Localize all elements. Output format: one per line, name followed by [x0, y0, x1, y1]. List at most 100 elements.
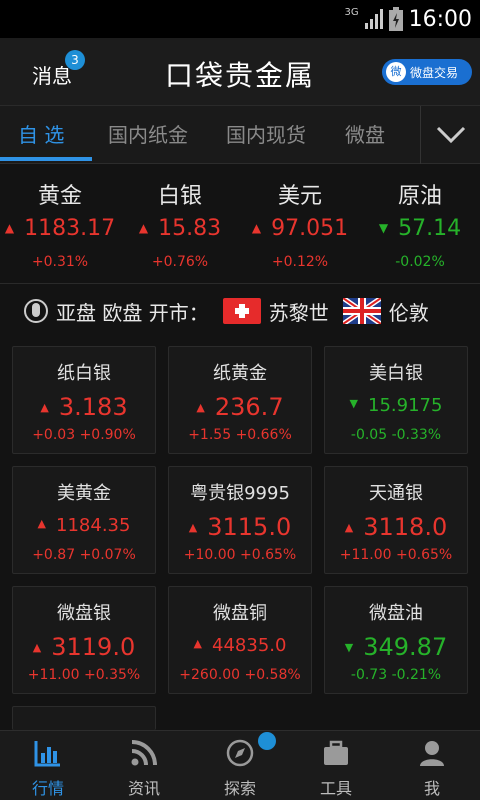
market-session-row: 亚盘 欧盘 开市： 苏黎世 伦敦 [0, 285, 480, 337]
up-arrow-icon: ▲ [196, 401, 205, 414]
instrument-price: ▲ 3118.0 [344, 513, 448, 541]
instrument-name: 纸白银 [57, 363, 111, 384]
quote-value: ▲ 97.051 [251, 216, 349, 241]
instrument-price: ▲ 3119.0 [32, 633, 136, 661]
down-arrow-icon: ▼ [344, 641, 354, 654]
up-arrow-icon: ▲ [32, 641, 42, 654]
clock: 16:00 [408, 6, 472, 32]
instrument-card[interactable]: 美白银 ▼ 15.9175 -0.05 -0.33% [324, 346, 468, 454]
instrument-price: ▲ 3.183 [40, 393, 128, 421]
quote-value: ▲ 1183.17 [4, 216, 116, 241]
quote-name: 白银 [157, 184, 202, 209]
quote-name: 原油 [397, 184, 442, 209]
instrument-card[interactable]: 粤贵银9995 ▲ 3115.0 +10.00 +0.65% [168, 466, 312, 574]
instrument-change: -0.05 -0.33% [350, 427, 442, 443]
instrument-name: 纸黄金 [213, 363, 267, 384]
instrument-change: +0.87 +0.07% [32, 547, 136, 563]
instrument-card[interactable]: 微盘油 ▼ 349.87 -0.73 -0.21% [324, 586, 468, 694]
micro-trade-label: 微盘交易 [410, 65, 459, 80]
expand-tabs-button[interactable] [420, 106, 480, 164]
up-arrow-icon: ▲ [193, 637, 203, 650]
battery-icon [388, 7, 403, 31]
instrument-price: ▲ 236.7 [196, 393, 284, 421]
micro-trade-button[interactable]: 微 微盘交易 [382, 59, 472, 85]
category-tabs: 自 选 国内纸金 国内现货 微盘 [0, 106, 480, 164]
up-arrow-icon: ▲ [4, 221, 15, 235]
instrument-change: +11.00 +0.35% [27, 667, 141, 683]
quote-gold[interactable]: 黄金 ▲ 1183.17 +0.31% [0, 164, 120, 284]
instrument-change: -0.73 -0.21% [350, 667, 442, 683]
tab-favorites[interactable]: 自 选 [18, 106, 64, 164]
up-arrow-icon: ▲ [40, 401, 49, 414]
instrument-name: 微盘银 [57, 603, 111, 624]
instrument-price: ▲ 44835.0 [193, 635, 287, 656]
nav-me[interactable]: 我 [384, 731, 480, 800]
micro-trade-icon: 微 [386, 62, 406, 82]
explore-notification-dot [258, 732, 276, 750]
bar-chart-icon [34, 741, 60, 767]
nav-label: 工具 [319, 779, 352, 798]
nav-tools[interactable]: 工具 [288, 731, 384, 800]
quote-name: 美元 [277, 184, 322, 209]
tab-domestic-spot[interactable]: 国内现货 [226, 106, 306, 164]
user-icon [420, 741, 444, 766]
bottom-navigation: 行情 资讯 探索 工具 我 [0, 730, 480, 800]
instrument-change: +10.00 +0.65% [183, 547, 297, 563]
instrument-price: ▲ 1184.35 [37, 515, 131, 536]
network-type: 3G [344, 6, 359, 18]
instrument-name: 美黄金 [57, 483, 111, 504]
compass-icon [226, 739, 254, 767]
up-arrow-icon: ▲ [37, 517, 47, 530]
instrument-change: +260.00 +0.58% [179, 667, 301, 683]
up-arrow-icon: ▲ [188, 521, 198, 534]
instrument-card[interactable]: 纸黄金 ▲ 236.7 +1.55 +0.66% [168, 346, 312, 454]
add-instrument-card[interactable] [12, 706, 156, 730]
signal-icon [364, 9, 383, 29]
instrument-card[interactable]: 微盘铜 ▲ 44835.0 +260.00 +0.58% [168, 586, 312, 694]
city-zurich: 苏黎世 [268, 300, 329, 325]
tab-domestic-paper-gold[interactable]: 国内纸金 [108, 106, 188, 164]
nav-news[interactable]: 资讯 [96, 731, 192, 800]
globe-icon [24, 299, 48, 323]
down-arrow-icon: ▼ [378, 221, 389, 235]
instrument-change: +11.00 +0.65% [339, 547, 453, 563]
instrument-price: ▲ 3115.0 [188, 513, 292, 541]
instrument-card[interactable]: 天通银 ▲ 3118.0 +11.00 +0.65% [324, 466, 468, 574]
instrument-card[interactable]: 微盘银 ▲ 3119.0 +11.00 +0.35% [12, 586, 156, 694]
status-icons: 3G 16:00 [344, 4, 472, 34]
up-arrow-icon: ▲ [251, 221, 262, 235]
chevron-down-icon [436, 126, 465, 144]
instrument-name: 粤贵银9995 [190, 483, 290, 504]
quote-silver[interactable]: 白银 ▲ 15.83 +0.76% [120, 164, 240, 284]
up-arrow-icon: ▲ [138, 221, 149, 235]
active-tab-indicator [0, 157, 92, 161]
rss-icon [131, 740, 157, 766]
instrument-card[interactable]: 美黄金 ▲ 1184.35 +0.87 +0.07% [12, 466, 156, 574]
instrument-price: ▼ 349.87 [344, 633, 448, 661]
down-arrow-icon: ▼ [349, 397, 359, 410]
quote-usd[interactable]: 美元 ▲ 97.051 +0.12% [240, 164, 360, 284]
instrument-change: +0.03 +0.90% [32, 427, 136, 443]
nav-label: 行情 [31, 779, 64, 798]
quote-change: +0.76% [151, 254, 209, 270]
app-header: 消息 3 口袋贵金属 微 微盘交易 [0, 38, 480, 106]
instrument-name: 微盘铜 [213, 603, 267, 624]
quote-change: +0.12% [271, 254, 329, 270]
market-session-label: 亚盘 欧盘 开市： [56, 300, 209, 325]
quote-name: 黄金 [37, 184, 82, 209]
tab-micro[interactable]: 微盘 [345, 106, 385, 164]
instrument-name: 微盘油 [369, 603, 423, 624]
instrument-name: 美白银 [369, 363, 423, 384]
instrument-name: 天通银 [369, 483, 423, 504]
nav-quotes[interactable]: 行情 [0, 731, 96, 800]
status-bar: 3G 16:00 [0, 0, 480, 38]
nav-label: 资讯 [127, 779, 160, 798]
headline-quotes: 黄金 ▲ 1183.17 +0.31% 白银 ▲ 15.83 +0.76% 美元 ▲… [0, 164, 480, 284]
quote-crude-oil[interactable]: 原油 ▼ 57.14 -0.02% [360, 164, 480, 284]
quote-change: +0.31% [31, 254, 89, 270]
quote-value: ▲ 15.83 [138, 216, 222, 241]
city-london: 伦敦 [388, 300, 429, 325]
quote-value: ▼ 57.14 [378, 216, 462, 241]
instrument-card[interactable]: 纸白银 ▲ 3.183 +0.03 +0.90% [12, 346, 156, 454]
toolbox-icon [324, 740, 348, 765]
